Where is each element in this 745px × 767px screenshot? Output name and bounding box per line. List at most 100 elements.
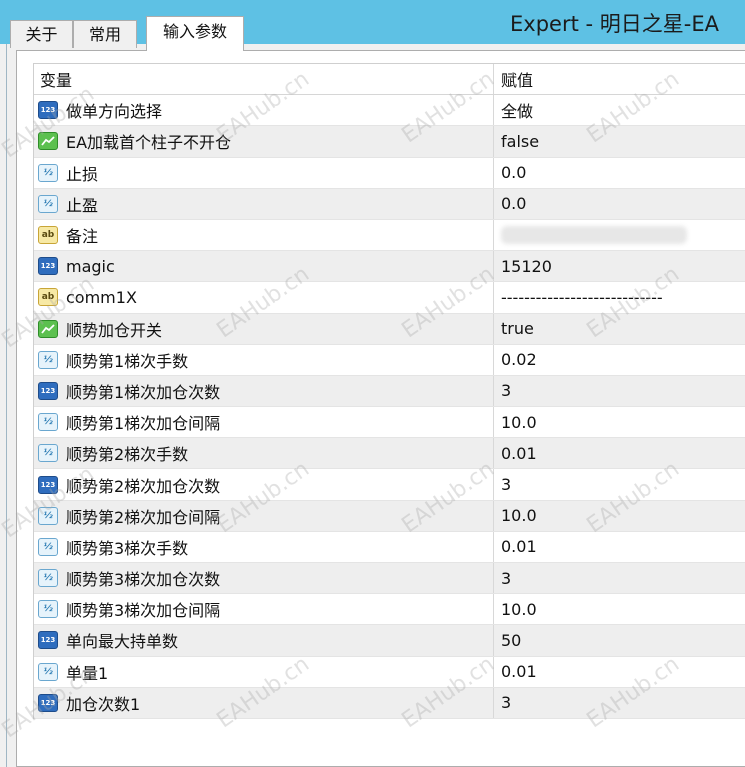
table-row[interactable]: 顺势加仓开关 true (34, 313, 745, 345)
parameter-value[interactable]: 3 (494, 469, 745, 499)
parameter-value[interactable]: 0.01 (494, 438, 745, 468)
int-type-icon: 123 (38, 257, 58, 276)
parameter-value[interactable]: true (494, 314, 745, 344)
parameter-name-cell: 123 顺势第1梯次加仓次数 (34, 375, 494, 407)
parameter-name: 止盈 (66, 195, 99, 215)
table-row[interactable]: 123 magic 15120 (34, 251, 745, 283)
parameter-value[interactable]: 3 (494, 688, 745, 718)
table-row[interactable]: ½ 止盈 0.0 (34, 188, 745, 220)
parameter-name-cell: ab comm1X (34, 282, 494, 313)
column-header-value[interactable]: 赋值 (494, 64, 745, 94)
tab-inputs[interactable]: 输入参数 (146, 16, 244, 51)
parameter-name-cell: ½ 顺势第1梯次加仓间隔 (34, 407, 494, 438)
parameter-name-cell: 123 加仓次数1 (34, 687, 494, 718)
parameter-name-cell: ½ 顺势第3梯次手数 (34, 531, 494, 562)
parameter-value[interactable]: 3 (494, 563, 745, 593)
parameter-name: comm1X (66, 287, 137, 307)
parameter-value[interactable]: 10.0 (494, 594, 745, 624)
parameter-name-cell: ½ 顺势第1梯次手数 (34, 344, 494, 375)
table-row[interactable]: ab comm1X ---------------------------- (34, 282, 745, 314)
table-row[interactable]: ½ 顺势第3梯次手数 0.01 (34, 531, 745, 563)
parameter-name: 做单方向选择 (66, 102, 163, 122)
parameter-name: 顺势第3梯次加仓间隔 (66, 601, 221, 621)
parameter-value[interactable]: false (494, 126, 745, 156)
double-type-icon: ½ (38, 444, 58, 463)
parameter-value[interactable]: 15120 (494, 251, 745, 281)
parameter-name-cell: ½ 顺势第3梯次加仓间隔 (34, 594, 494, 625)
parameter-value[interactable]: 0.01 (494, 657, 745, 687)
parameter-name: 顺势第2梯次加仓间隔 (66, 507, 221, 527)
parameter-name-cell: ½ 顺势第3梯次加仓次数 (34, 563, 494, 594)
double-type-icon: ½ (38, 506, 58, 525)
int-type-icon: 123 (38, 693, 58, 712)
parameter-value[interactable]: 3 (494, 376, 745, 406)
table-row[interactable]: ab 备注 (34, 219, 745, 252)
table-row[interactable]: ½ 顺势第1梯次手数 0.02 (34, 344, 745, 376)
parameter-name: 顺势加仓开关 (66, 320, 163, 340)
table-row[interactable]: EA加载首个柱子不开仓 false (34, 126, 745, 158)
parameter-value[interactable]: 10.0 (494, 407, 745, 437)
parameter-name: EA加载首个柱子不开仓 (66, 133, 232, 153)
table-header: 变量 赋值 (34, 64, 745, 96)
tab-about[interactable]: 关于 (10, 20, 73, 48)
double-type-icon: ½ (38, 163, 58, 182)
table-row[interactable]: ½ 顺势第1梯次加仓间隔 10.0 (34, 407, 745, 439)
parameter-name-cell: 123 单向最大持单数 (34, 625, 494, 656)
tab-common[interactable]: 常用 (73, 20, 137, 48)
parameter-name-cell: ½ 顺势第2梯次手数 (34, 438, 494, 469)
redacted-value (501, 226, 687, 245)
table-row[interactable]: 123 做单方向选择 全做 (34, 95, 745, 127)
table-row[interactable]: ½ 顺势第3梯次加仓间隔 10.0 (34, 594, 745, 626)
parameter-value[interactable]: 全做 (494, 95, 745, 125)
int-type-icon: 123 (38, 631, 58, 650)
table-row[interactable]: ½ 顺势第2梯次加仓间隔 10.0 (34, 500, 745, 532)
parameter-name: 备注 (66, 227, 99, 247)
parameter-name-cell: ½ 顺势第2梯次加仓间隔 (34, 500, 494, 531)
string-type-icon: ab (38, 288, 58, 307)
column-header-variable[interactable]: 变量 (34, 64, 494, 95)
table-row[interactable]: 123 单向最大持单数 50 (34, 625, 745, 657)
parameter-value[interactable]: 10.0 (494, 501, 745, 531)
parameter-name-cell: ½ 单量1 (34, 656, 494, 687)
parameter-name: 单量1 (66, 663, 109, 683)
bool-type-icon (38, 132, 58, 151)
parameter-name: magic (66, 256, 115, 276)
parameter-value[interactable]: 0.0 (494, 189, 745, 219)
table-row[interactable]: ½ 顺势第3梯次加仓次数 3 (34, 563, 745, 595)
parameter-value[interactable]: 0.02 (494, 345, 745, 375)
parameter-name-cell: ab 备注 (34, 219, 494, 251)
parameter-value[interactable] (494, 220, 745, 250)
string-type-icon: ab (38, 226, 58, 245)
parameter-name-cell: ½ 止损 (34, 157, 494, 188)
parameter-name: 顺势第3梯次手数 (66, 538, 189, 558)
double-type-icon: ½ (38, 537, 58, 556)
window-title: Expert - 明日之星-EA (510, 12, 719, 36)
parameter-value[interactable]: ---------------------------- (494, 282, 745, 312)
inputs-panel: 变量 赋值 123 做单方向选择 全做 EA加载首个柱子不开仓 false ½ 止损 0.0 ½… (16, 50, 745, 767)
parameter-name-cell: EA加载首个柱子不开仓 (34, 126, 494, 157)
table-row[interactable]: ½ 单量1 0.01 (34, 656, 745, 688)
double-type-icon: ½ (38, 662, 58, 681)
parameter-value[interactable]: 0.0 (494, 158, 745, 188)
parameter-name-cell: 123 顺势第2梯次加仓次数 (34, 469, 494, 500)
table-row[interactable]: 123 加仓次数1 3 (34, 687, 745, 719)
double-type-icon: ½ (38, 413, 58, 432)
parameters-table: 变量 赋值 123 做单方向选择 全做 EA加载首个柱子不开仓 false ½ 止损 0.0 ½… (33, 63, 745, 719)
double-type-icon: ½ (38, 194, 58, 213)
table-row[interactable]: ½ 止损 0.0 (34, 157, 745, 189)
double-type-icon: ½ (38, 600, 58, 619)
parameter-name: 顺势第2梯次加仓次数 (66, 476, 221, 496)
double-type-icon: ½ (38, 350, 58, 369)
bool-type-icon (38, 319, 58, 338)
table-row[interactable]: 123 顺势第2梯次加仓次数 3 (34, 469, 745, 501)
table-row[interactable]: 123 顺势第1梯次加仓次数 3 (34, 375, 745, 408)
parameter-name: 顺势第1梯次加仓次数 (66, 382, 221, 402)
parameter-value[interactable]: 0.01 (494, 532, 745, 562)
int-type-icon: 123 (38, 475, 58, 494)
parameter-value[interactable]: 50 (494, 625, 745, 655)
int-type-icon: 123 (38, 101, 58, 120)
double-type-icon: ½ (38, 569, 58, 588)
parameter-name: 顺势第2梯次手数 (66, 445, 189, 465)
table-row[interactable]: ½ 顺势第2梯次手数 0.01 (34, 438, 745, 470)
parameter-name: 顺势第1梯次加仓间隔 (66, 414, 221, 434)
